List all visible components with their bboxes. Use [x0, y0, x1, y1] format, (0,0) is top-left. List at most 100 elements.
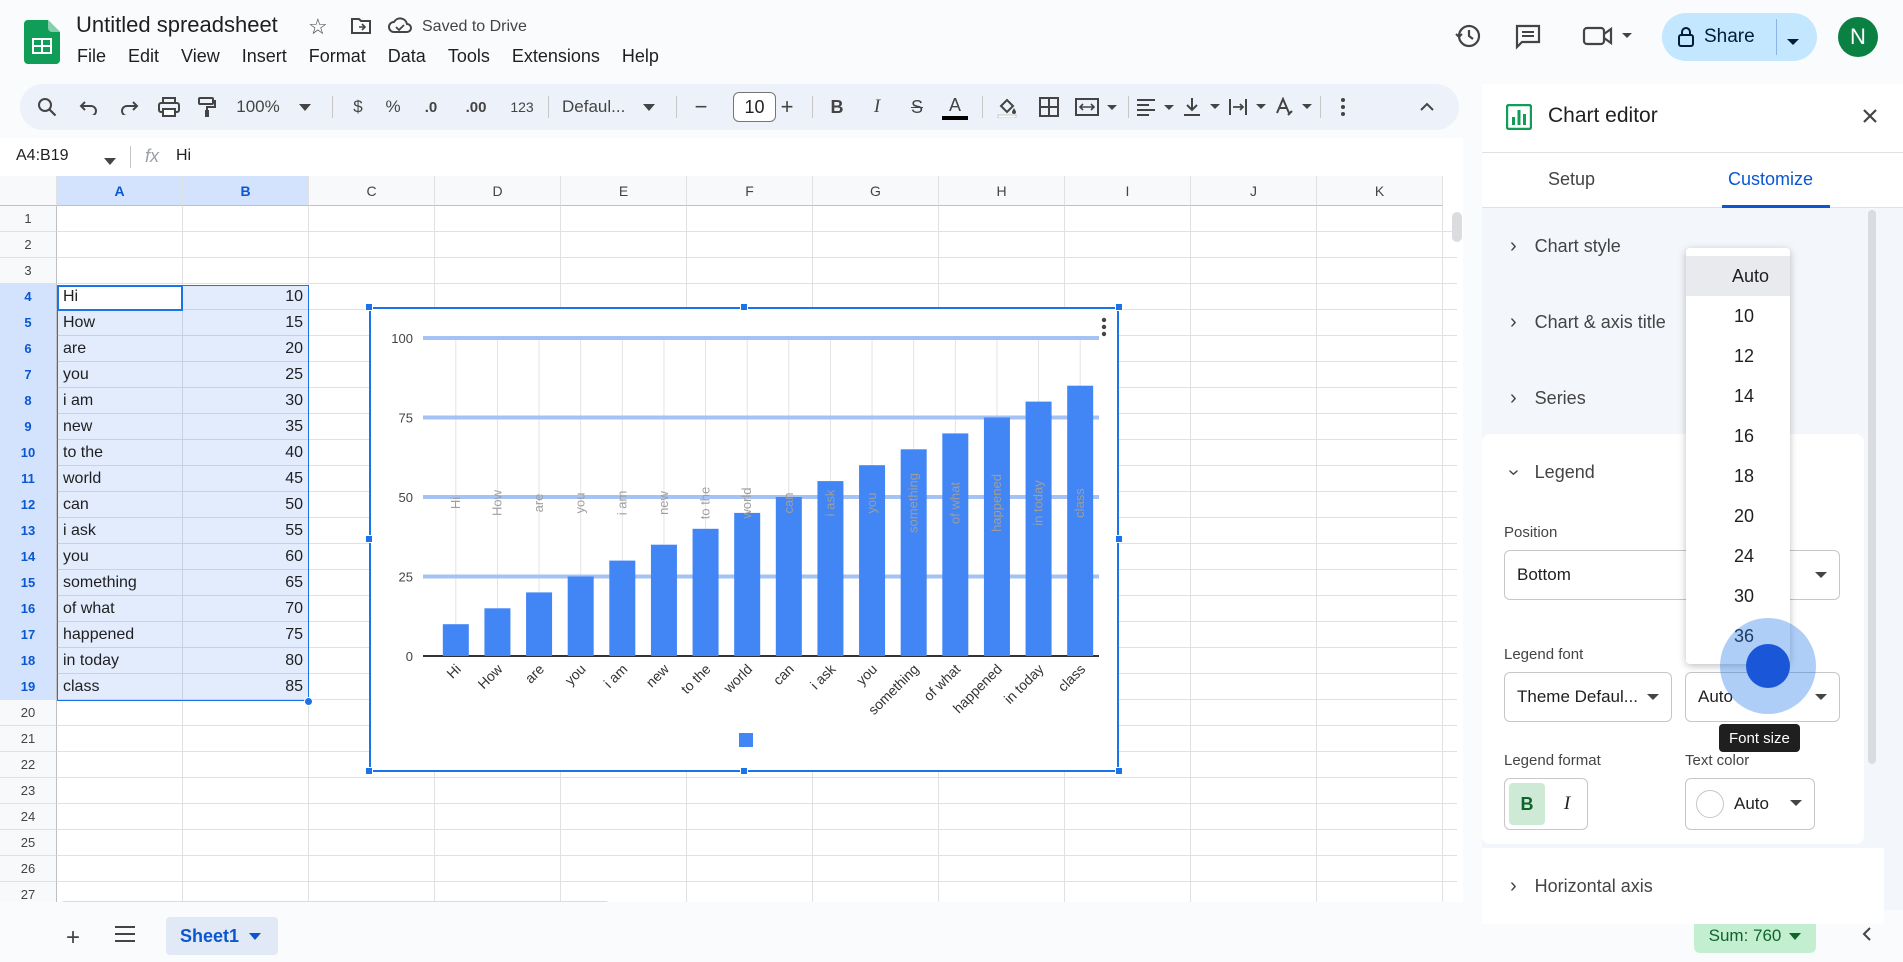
row-header-16[interactable]: 16: [0, 596, 57, 622]
chart-bar[interactable]: [609, 560, 636, 656]
cell-a16[interactable]: of what: [59, 596, 181, 622]
decrease-font-size-icon[interactable]: −: [686, 84, 716, 130]
horizontal-scrollbar[interactable]: [60, 901, 610, 902]
row-header-21[interactable]: 21: [0, 726, 57, 752]
column-header-h[interactable]: H: [939, 176, 1065, 206]
fill-handle[interactable]: [304, 697, 313, 706]
menu-edit[interactable]: Edit: [128, 46, 159, 67]
more-options-icon[interactable]: [1326, 84, 1360, 130]
share-button[interactable]: Share: [1662, 13, 1817, 61]
cell-b8[interactable]: 30: [183, 388, 307, 414]
bold-button[interactable]: B: [820, 84, 854, 130]
row-header-7[interactable]: 7: [0, 362, 57, 388]
vertical-align-icon[interactable]: [1180, 84, 1224, 130]
increase-font-size-icon[interactable]: +: [772, 84, 802, 130]
row-header-11[interactable]: 11: [0, 466, 57, 492]
chart-bar[interactable]: [442, 624, 469, 656]
section-horizontal-axis[interactable]: › Horizontal axis: [1482, 848, 1884, 924]
row-header-14[interactable]: 14: [0, 544, 57, 570]
row-header-19[interactable]: 19: [0, 674, 57, 700]
column-header-b[interactable]: B: [183, 176, 309, 206]
cell-b16[interactable]: 70: [183, 596, 307, 622]
row-header-5[interactable]: 5: [0, 310, 57, 336]
cell-a7[interactable]: you: [59, 362, 181, 388]
chart-bar[interactable]: [734, 512, 761, 656]
legend-bold-button[interactable]: B: [1509, 783, 1545, 825]
borders-icon[interactable]: [1032, 84, 1066, 130]
select-all-corner[interactable]: [0, 176, 57, 206]
font-dropdown-icon[interactable]: [642, 84, 656, 130]
menu-file[interactable]: File: [77, 46, 106, 67]
chart-resize-handle[interactable]: [740, 303, 748, 311]
cloud-saved-icon[interactable]: [388, 16, 412, 39]
chart-bar[interactable]: [942, 433, 969, 656]
cell-b9[interactable]: 35: [183, 414, 307, 440]
menu-insert[interactable]: Insert: [242, 46, 287, 67]
row-header-24[interactable]: 24: [0, 804, 57, 830]
font-family-select[interactable]: Defaul...: [562, 84, 652, 130]
chart-resize-handle[interactable]: [365, 535, 373, 543]
font-size-option[interactable]: 20: [1686, 496, 1790, 536]
legend-font-select[interactable]: Theme Defaul...: [1504, 672, 1672, 722]
vertical-scrollbar[interactable]: [1452, 212, 1462, 242]
text-color-select[interactable]: Auto: [1685, 778, 1815, 830]
chart-bar[interactable]: [983, 417, 1010, 657]
avatar[interactable]: N: [1838, 17, 1878, 57]
version-history-icon[interactable]: [1454, 22, 1482, 53]
font-size-option[interactable]: 30: [1686, 576, 1790, 616]
embedded-chart[interactable]: 0 25 50 75 100 Hi Hi How How are are you you i am i am…: [369, 307, 1119, 772]
chart-resize-handle[interactable]: [740, 767, 748, 775]
sheet-tab-dropdown-icon[interactable]: [249, 932, 262, 940]
document-title[interactable]: Untitled spreadsheet: [76, 12, 278, 38]
close-icon[interactable]: [1862, 108, 1878, 127]
cell-b15[interactable]: 65: [183, 570, 307, 596]
column-header-e[interactable]: E: [561, 176, 687, 206]
tab-customize[interactable]: Customize: [1728, 169, 1813, 190]
zoom-select[interactable]: 100%: [236, 84, 279, 130]
row-header-27[interactable]: 27: [0, 882, 57, 902]
menu-tools[interactable]: Tools: [448, 46, 490, 67]
menu-help[interactable]: Help: [622, 46, 659, 67]
print-icon[interactable]: [156, 84, 182, 130]
cell-b13[interactable]: 55: [183, 518, 307, 544]
column-header-a[interactable]: A: [57, 176, 183, 206]
undo-icon[interactable]: [76, 84, 102, 130]
cell-a6[interactable]: are: [59, 336, 181, 362]
column-header-k[interactable]: K: [1317, 176, 1443, 206]
font-size-option[interactable]: Auto: [1686, 256, 1790, 296]
sheets-logo-icon[interactable]: [24, 20, 60, 64]
cell-a18[interactable]: in today: [59, 648, 181, 674]
cell-a11[interactable]: world: [59, 466, 181, 492]
section-series[interactable]: › Series: [1482, 360, 1884, 436]
row-header-22[interactable]: 22: [0, 752, 57, 778]
sum-indicator[interactable]: Sum: 760: [1694, 919, 1816, 953]
column-header-j[interactable]: J: [1191, 176, 1317, 206]
column-header-i[interactable]: I: [1065, 176, 1191, 206]
cell-a8[interactable]: i am: [59, 388, 181, 414]
all-sheets-icon[interactable]: [114, 925, 136, 946]
cell-b11[interactable]: 45: [183, 466, 307, 492]
row-header-12[interactable]: 12: [0, 492, 57, 518]
row-header-13[interactable]: 13: [0, 518, 57, 544]
menu-extensions[interactable]: Extensions: [512, 46, 600, 67]
text-rotation-icon[interactable]: [1272, 84, 1316, 130]
meet-camera-icon[interactable]: [1582, 22, 1634, 53]
chart-bar[interactable]: [567, 576, 594, 657]
cell-b14[interactable]: 60: [183, 544, 307, 570]
font-size-option[interactable]: 12: [1686, 336, 1790, 376]
font-size-input[interactable]: 10: [733, 92, 776, 122]
fill-color-icon[interactable]: [990, 84, 1024, 130]
chart-resize-handle[interactable]: [1115, 535, 1123, 543]
chart-bar[interactable]: [484, 608, 511, 656]
column-header-f[interactable]: F: [687, 176, 813, 206]
percent-button[interactable]: %: [382, 84, 404, 130]
cell-b6[interactable]: 20: [183, 336, 307, 362]
chart-resize-handle[interactable]: [365, 303, 373, 311]
row-header-25[interactable]: 25: [0, 830, 57, 856]
cell-b19[interactable]: 85: [183, 674, 307, 700]
move-folder-icon[interactable]: [350, 16, 372, 39]
row-header-2[interactable]: 2: [0, 232, 57, 258]
decrease-decimal-button[interactable]: .0: [416, 84, 446, 130]
chart-bar[interactable]: [775, 497, 802, 656]
text-wrapping-icon[interactable]: [1226, 84, 1270, 130]
